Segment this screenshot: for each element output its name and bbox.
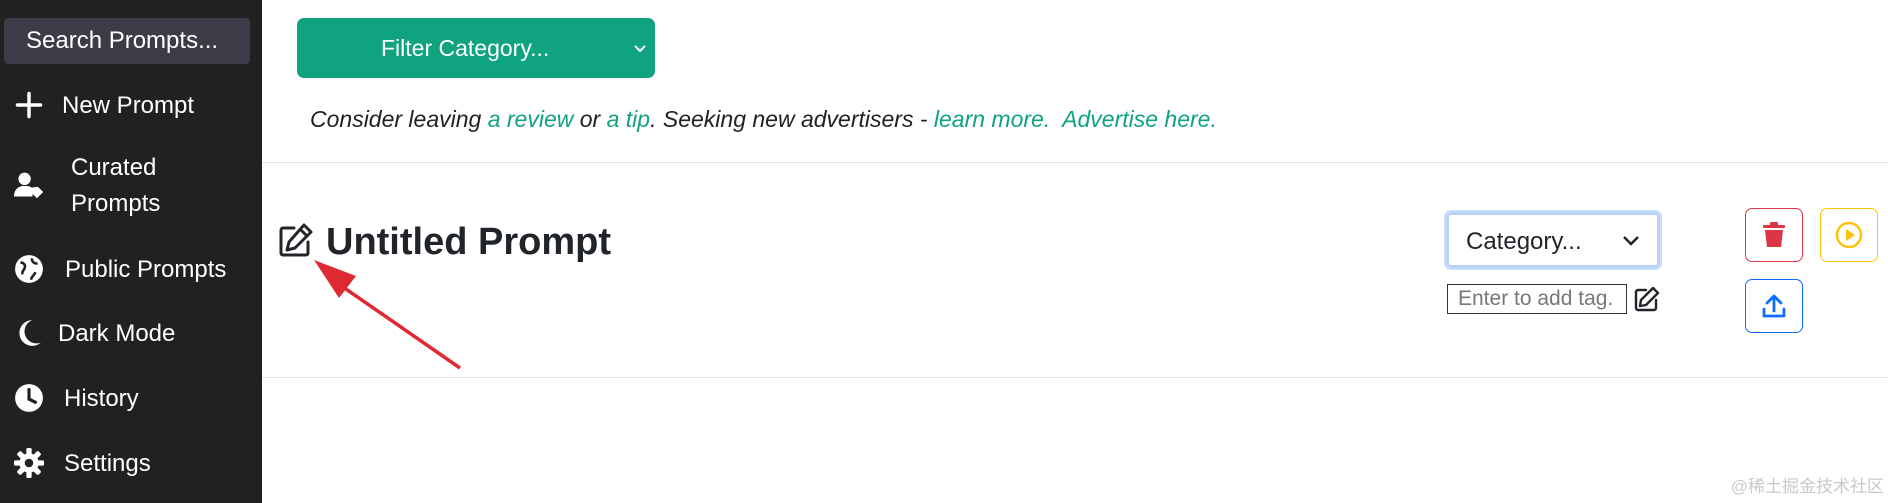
sidebar-item-curated-prompts[interactable]: Curated Prompts [0, 150, 262, 226]
sidebar-item-label: Public Prompts [65, 256, 227, 283]
sidebar-item-label: Curated Prompts [71, 154, 161, 217]
edit-title-icon[interactable] [278, 222, 314, 258]
sidebar-item-label: Dark Mode [58, 320, 176, 347]
search-prompts-field[interactable]: Search Prompts... [4, 18, 250, 64]
notice-text-part: . Seeking new advertisers - [650, 106, 934, 132]
delete-button[interactable] [1745, 208, 1803, 262]
trash-icon [1763, 222, 1785, 247]
user-tag-icon [14, 172, 44, 199]
run-prompt-button[interactable] [1820, 208, 1878, 262]
edit-tag-icon[interactable] [1634, 286, 1660, 312]
gear-icon [14, 448, 44, 478]
notice-text: Consider leaving a review or a tip. Seek… [310, 106, 1217, 133]
sidebar-item-label: New Prompt [62, 92, 195, 119]
sidebar-item-dark-mode[interactable]: Dark Mode [0, 316, 262, 352]
sidebar-item-label: Settings [64, 450, 151, 477]
chevron-down-icon [1623, 236, 1639, 246]
moon-icon [19, 320, 41, 346]
category-select[interactable]: Category... [1444, 210, 1662, 270]
sidebar-item-history[interactable]: History [0, 381, 262, 417]
notice-text-part: Consider leaving [310, 106, 488, 132]
category-select-label: Category... [1466, 228, 1582, 255]
share-prompt-button[interactable] [1745, 279, 1803, 333]
review-link[interactable]: a review [488, 106, 574, 132]
sidebar-item-new-prompt[interactable]: New Prompt [0, 88, 262, 124]
learn-more-link[interactable]: learn more. [934, 106, 1050, 132]
notice-text-part: or [573, 106, 607, 132]
filter-category-select[interactable]: Filter Category... [297, 18, 655, 78]
filter-category-label: Filter Category... [381, 35, 550, 61]
watermark: @稀土掘金技术社区 [1730, 477, 1884, 496]
plus-icon [15, 91, 43, 119]
sidebar: Search Prompts... New Prompt Curated Pro… [0, 0, 262, 503]
prompt-title: Untitled Prompt [326, 221, 611, 263]
globe-icon [15, 255, 43, 283]
chevron-down-icon [634, 45, 646, 53]
divider [262, 162, 1888, 163]
clock-icon [15, 384, 43, 412]
upload-icon [1762, 294, 1786, 318]
play-circle-icon [1835, 221, 1863, 249]
advertise-here-link[interactable]: Advertise here. [1062, 106, 1217, 132]
sidebar-item-settings[interactable]: Settings [0, 446, 262, 482]
sidebar-item-public-prompts[interactable]: Public Prompts [0, 252, 262, 288]
tag-input[interactable] [1447, 284, 1627, 314]
divider [262, 377, 1888, 378]
tip-link[interactable]: a tip [607, 106, 650, 132]
sidebar-item-label: History [64, 385, 139, 412]
